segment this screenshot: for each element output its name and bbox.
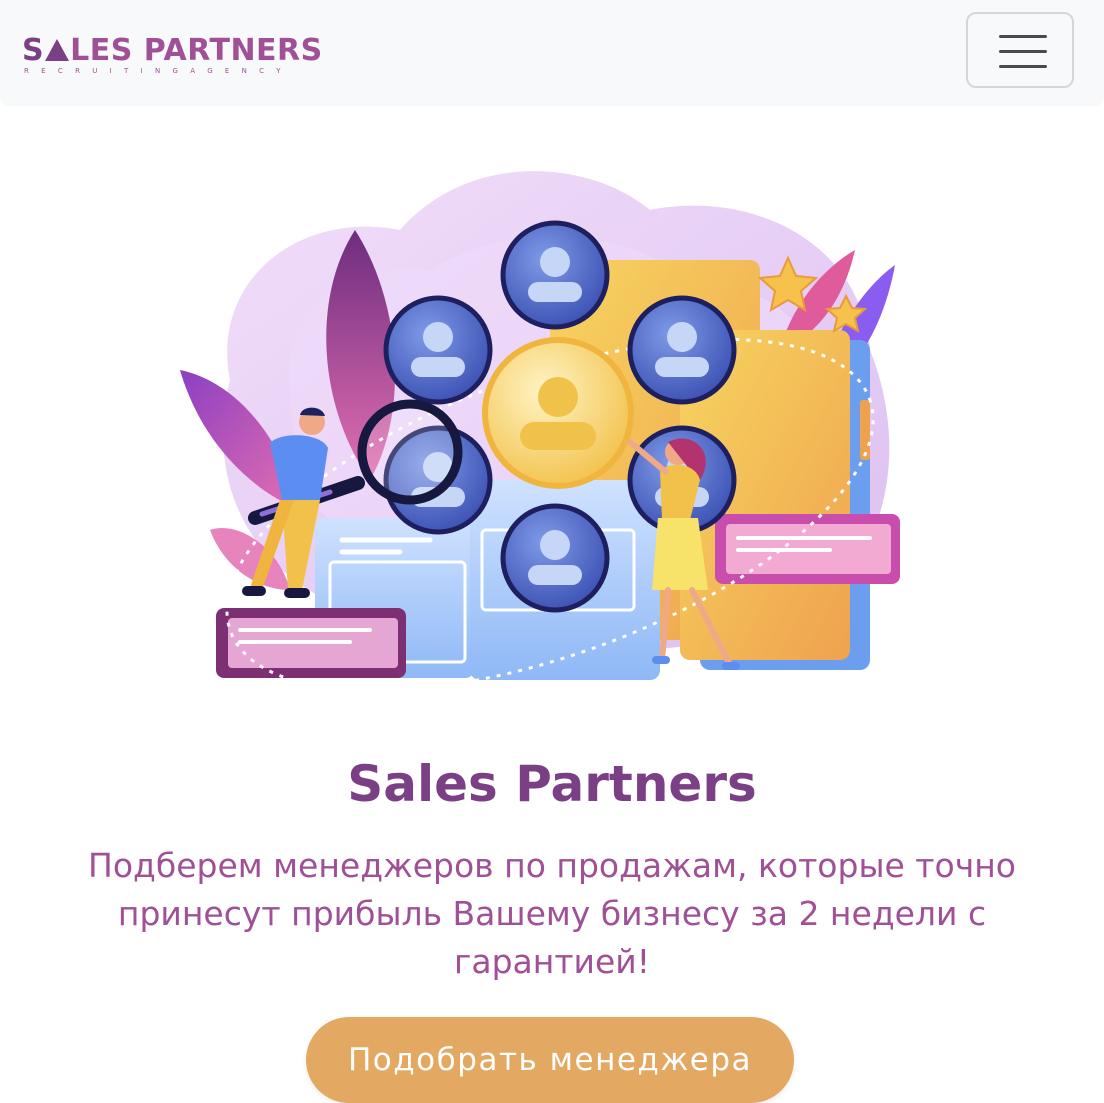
logo-tagline: RECRUITINGAGENCY bbox=[24, 67, 293, 75]
navbar: S LES PARTNERS RECRUITINGAGENCY bbox=[0, 0, 1104, 106]
hero-subtitle: Подберем менеджеров по продажам, которые… bbox=[88, 846, 1016, 981]
logo-letter-s: S bbox=[22, 33, 45, 68]
logo-wordmark: S LES PARTNERS bbox=[22, 36, 323, 66]
hero-title: Sales Partners bbox=[347, 755, 757, 813]
logo-wordmark-rest: LES PARTNERS bbox=[70, 33, 323, 68]
logo-triangle-icon bbox=[45, 39, 70, 61]
hamburger-line-icon bbox=[999, 35, 1047, 38]
menu-toggle-button[interactable] bbox=[966, 12, 1074, 88]
recruitment-illustration bbox=[180, 171, 900, 690]
hamburger-line-icon bbox=[999, 65, 1047, 68]
brand-logo[interactable]: S LES PARTNERS RECRUITINGAGENCY bbox=[22, 36, 322, 78]
select-manager-button[interactable]: Подобрать менеджера bbox=[306, 1017, 794, 1103]
hamburger-line-icon bbox=[999, 50, 1047, 53]
